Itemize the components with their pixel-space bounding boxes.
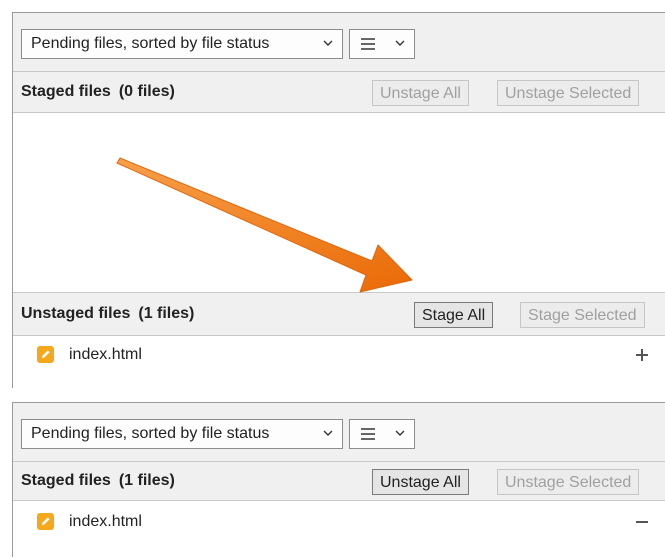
staged-files-title: Staged files (0 files) xyxy=(21,83,175,101)
unstaged-file-row[interactable]: index.html xyxy=(13,336,665,388)
staged-files-title: Staged files (1 files) xyxy=(21,472,175,490)
unstage-selected-button[interactable]: Unstage Selected xyxy=(497,469,640,495)
minus-icon[interactable] xyxy=(633,513,651,531)
staged-file-row[interactable]: index.html xyxy=(13,501,665,558)
chevron-down-icon xyxy=(395,430,405,436)
unstaged-files-count: (1 files) xyxy=(138,305,195,322)
view-mode-dropdown[interactable] xyxy=(349,419,415,449)
staged-files-list[interactable] xyxy=(13,113,665,292)
sort-dropdown[interactable]: Pending files, sorted by file status xyxy=(21,419,343,449)
sort-dropdown-label: Pending files, sorted by file status xyxy=(31,425,270,442)
sort-dropdown-label: Pending files, sorted by file status xyxy=(31,35,270,52)
chevron-down-icon xyxy=(323,40,333,46)
staged-files-count: (1 files) xyxy=(118,472,175,489)
pending-toolbar: Pending files, sorted by file status xyxy=(13,403,665,455)
staged-files-label: Staged files xyxy=(21,472,111,489)
list-view-icon xyxy=(361,38,375,50)
staged-files-label: Staged files xyxy=(21,83,111,100)
unstaged-files-header: Unstaged files (1 files) Stage All Stage … xyxy=(13,292,665,336)
unstage-all-button[interactable]: Unstage All xyxy=(372,469,469,495)
pending-toolbar: Pending files, sorted by file status xyxy=(13,13,665,65)
list-view-icon xyxy=(361,428,375,440)
file-name: index.html xyxy=(69,346,142,363)
unstaged-files-title: Unstaged files (1 files) xyxy=(21,305,194,323)
stage-all-button[interactable]: Stage All xyxy=(414,302,494,328)
view-mode-dropdown[interactable] xyxy=(349,29,415,59)
stage-selected-button[interactable]: Stage Selected xyxy=(520,302,645,328)
file-name: index.html xyxy=(69,513,142,530)
staged-files-count: (0 files) xyxy=(118,83,175,100)
chevron-down-icon xyxy=(323,430,333,436)
git-pending-panel-after: Pending files, sorted by file status Sta… xyxy=(12,402,665,558)
staged-files-header: Staged files (0 files) Unstage All Unstag… xyxy=(13,71,665,113)
sort-dropdown[interactable]: Pending files, sorted by file status xyxy=(21,29,343,59)
edit-file-icon xyxy=(37,513,54,530)
plus-icon[interactable] xyxy=(633,346,651,364)
git-pending-panel-before: Pending files, sorted by file status Sta… xyxy=(12,12,665,388)
unstage-selected-button[interactable]: Unstage Selected xyxy=(497,80,640,106)
unstaged-files-label: Unstaged files xyxy=(21,305,131,322)
staged-files-header: Staged files (1 files) Unstage All Unstag… xyxy=(13,461,665,501)
unstage-all-button[interactable]: Unstage All xyxy=(372,80,469,106)
chevron-down-icon xyxy=(395,40,405,46)
edit-file-icon xyxy=(37,346,54,363)
